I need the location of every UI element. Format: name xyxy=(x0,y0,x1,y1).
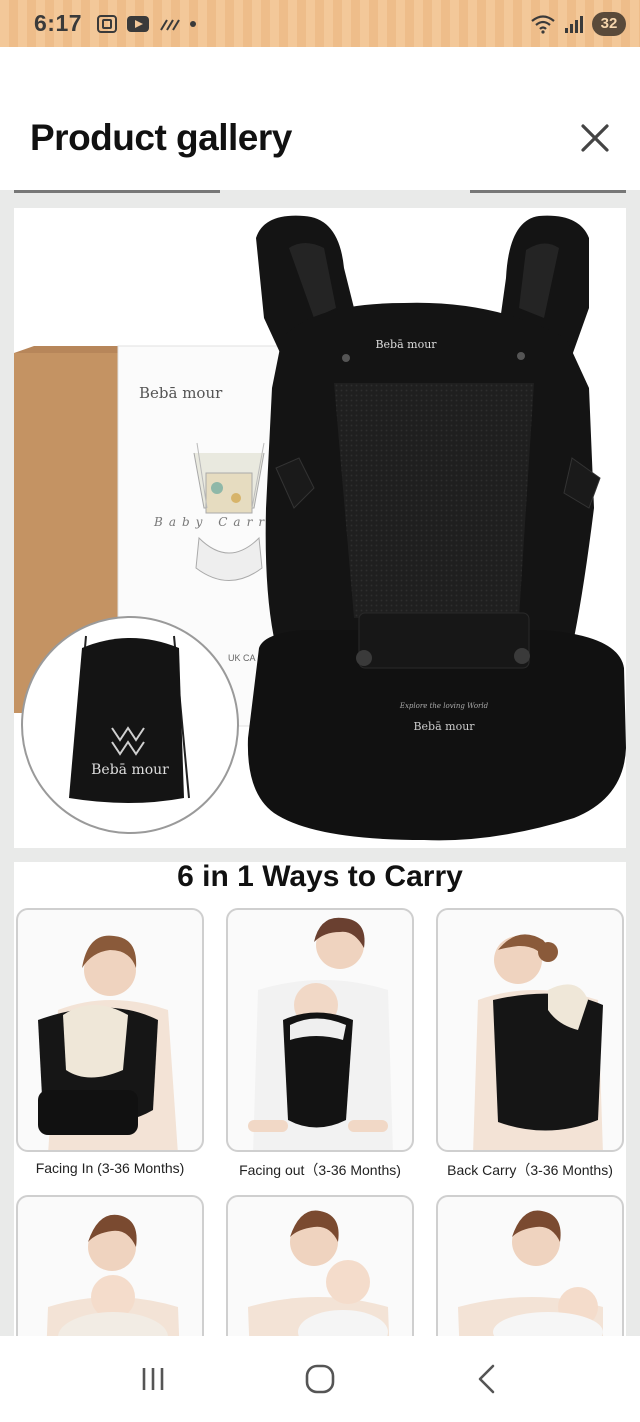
product-gallery[interactable]: Bebā mour Baby Carrier UK CA Bebā mour E… xyxy=(0,190,640,1336)
caption-facing-in: Facing In (3-36 Months) xyxy=(35,1160,185,1176)
carry-tile-cradle-2 xyxy=(226,1195,414,1336)
gallery-image-carry-ways[interactable]: 6 in 1 Ways to Carry Facing In (3-36 Mon… xyxy=(14,862,626,1336)
dot-icon xyxy=(190,20,197,27)
caption-facing-out: Facing out（3-36 Months) xyxy=(239,1162,401,1178)
previous-image-edge xyxy=(14,190,220,193)
screenshot-icon xyxy=(97,14,118,33)
carry-ways-title: 6 in 1 Ways to Carry xyxy=(177,862,463,893)
bag-brand: Bebā mour xyxy=(91,762,169,778)
recents-button[interactable] xyxy=(123,1354,183,1404)
signal-icon xyxy=(565,15,583,33)
back-icon xyxy=(478,1364,494,1394)
carry-tile-facing-out xyxy=(226,908,414,1152)
carrier-tagline: Explore the loving World xyxy=(399,702,489,710)
home-button[interactable] xyxy=(290,1354,350,1404)
carry-tile-back-carry xyxy=(436,908,624,1152)
status-icons-right: 32 xyxy=(530,11,626,36)
status-bar: 6:17 32 xyxy=(0,0,640,47)
data-saver-icon xyxy=(160,18,180,31)
battery-level: 32 xyxy=(600,15,618,32)
carrier-brand: Bebā mour xyxy=(375,338,437,351)
caption-back-carry: Back Carry（3-36 Months) xyxy=(447,1162,613,1178)
carry-tile-cradle-1 xyxy=(16,1195,204,1336)
recents-icon xyxy=(143,1368,164,1390)
previous-image-edge xyxy=(470,190,626,193)
carrier-hip-brand: Bebā mour xyxy=(413,720,475,733)
close-button[interactable] xyxy=(574,117,616,159)
gallery-image-carrier[interactable]: Bebā mour Baby Carrier UK CA Bebā mour E… xyxy=(14,208,626,848)
carrier-product-illustration: Bebā mour Baby Carrier UK CA Bebā mour E… xyxy=(14,215,626,841)
header: Product gallery xyxy=(0,47,640,190)
back-button[interactable] xyxy=(457,1354,517,1404)
wifi-icon xyxy=(531,14,555,34)
close-icon xyxy=(581,124,609,152)
home-icon xyxy=(305,1364,335,1394)
drawstring-bag xyxy=(69,638,184,803)
battery-icon: 32 xyxy=(592,11,626,36)
carry-tile-cradle-3 xyxy=(436,1195,624,1336)
box-marks: UK CA xyxy=(228,653,256,663)
status-icons-left xyxy=(96,14,198,34)
carry-tile-facing-in xyxy=(16,908,204,1152)
page-title: Product gallery xyxy=(30,117,292,158)
youtube-icon xyxy=(127,15,150,32)
status-time: 6:17 xyxy=(34,10,83,36)
system-nav-bar xyxy=(0,1336,640,1422)
box-brand: Bebā mour xyxy=(139,384,223,402)
